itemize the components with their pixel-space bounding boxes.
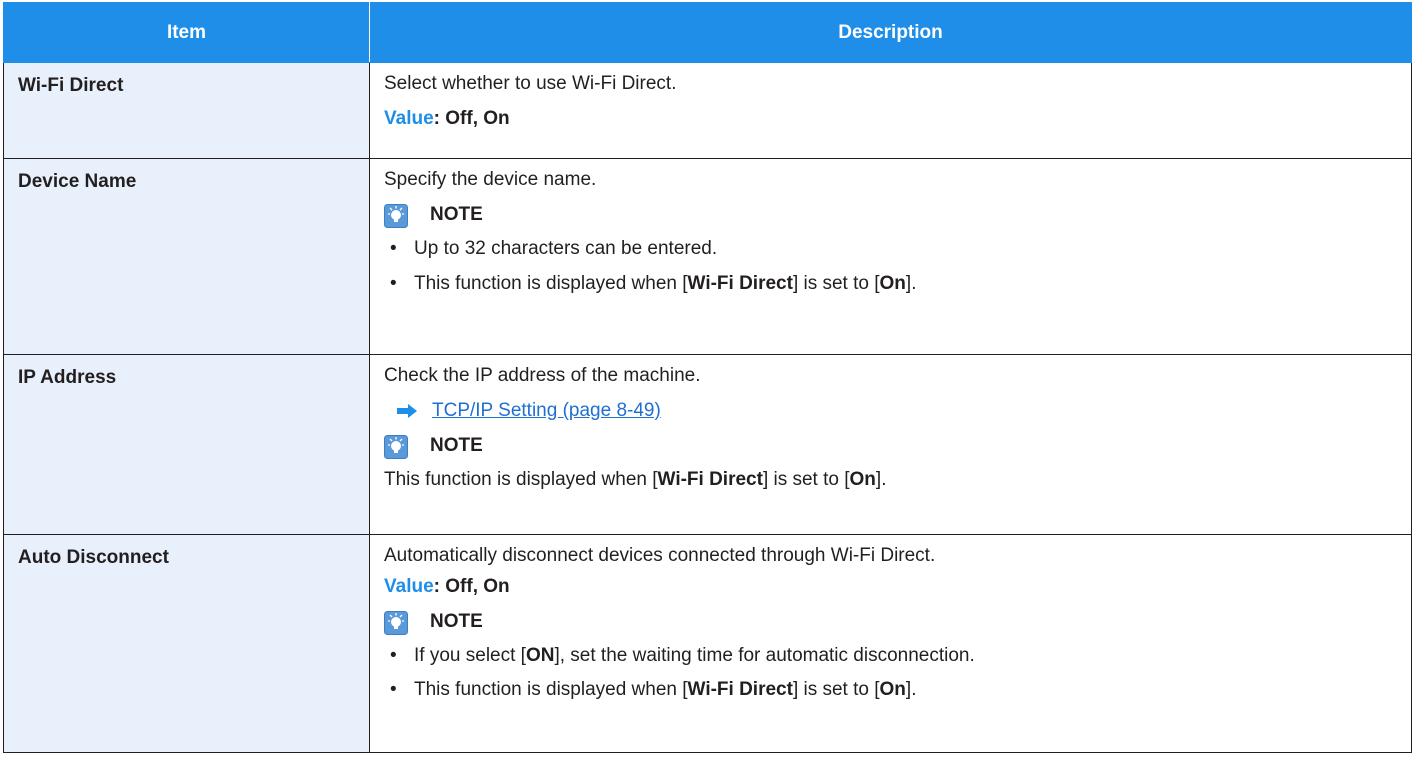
header-item: Item [3,2,370,63]
arrow-right-icon [397,404,417,419]
table-row: Device Name Specify the device name. NOT… [3,158,1412,355]
row-item-auto-disconnect: Auto Disconnect [3,534,370,753]
description-text: Specify the device name. [384,169,597,190]
description-text: Automatically disconnect devices connect… [384,545,936,566]
table-header-row: Item Description [3,2,1412,63]
note-label: NOTE [430,435,483,457]
row-item-wifi-direct: Wi-Fi Direct [3,62,370,159]
note-text: This function is displayed when [Wi-Fi D… [384,468,887,490]
value-options: : Off, On [433,107,510,129]
value-line: Value: Off, On [384,108,1411,131]
note-heading: NOTE [384,203,1411,228]
row-item-ip-address: IP Address [3,354,370,535]
reference-link-line: TCP/IP Setting (page 8-49) [384,400,1411,423]
list-item: Up to 32 characters can be entered. [384,238,1411,261]
row-description: Select whether to use Wi-Fi Direct. Valu… [369,62,1412,159]
row-description: Specify the device name. NOTE Up to 32 c… [369,158,1412,355]
settings-table-container: Item Description Wi-Fi Direct Select whe… [3,2,1412,753]
value-line: Value: Off, On [384,576,1411,599]
note-heading: NOTE [384,610,1411,635]
header-description: Description [369,2,1412,63]
list-item: This function is displayed when [Wi-Fi D… [384,273,1411,296]
row-item-device-name: Device Name [3,158,370,355]
note-lightbulb-icon [384,434,408,459]
list-item: This function is displayed when [Wi-Fi D… [384,679,1411,702]
description-text: Select whether to use Wi-Fi Direct. [384,73,677,94]
table-row: Wi-Fi Direct Select whether to use Wi-Fi… [3,62,1412,159]
table-row: Auto Disconnect Automatically disconnect… [3,534,1412,753]
note-label: NOTE [430,204,483,226]
value-label: Value [384,575,434,597]
tcp-ip-setting-link[interactable]: TCP/IP Setting (page 8-49) [432,400,661,423]
note-list: Up to 32 characters can be entered. This… [384,238,1411,296]
list-item: If you select [ON], set the waiting time… [384,645,1411,668]
note-lightbulb-icon [384,610,408,635]
row-description: Automatically disconnect devices connect… [369,534,1412,753]
settings-table: Item Description Wi-Fi Direct Select whe… [3,2,1412,753]
note-label: NOTE [430,611,483,633]
description-text: Check the IP address of the machine. [384,365,701,386]
value-label: Value [384,107,434,129]
note-list: If you select [ON], set the waiting time… [384,645,1411,703]
note-lightbulb-icon [384,203,408,228]
row-description: Check the IP address of the machine. TCP… [369,354,1412,535]
table-row: IP Address Check the IP address of the m… [3,354,1412,535]
value-options: : Off, On [433,575,510,597]
note-heading: NOTE [384,434,1411,459]
